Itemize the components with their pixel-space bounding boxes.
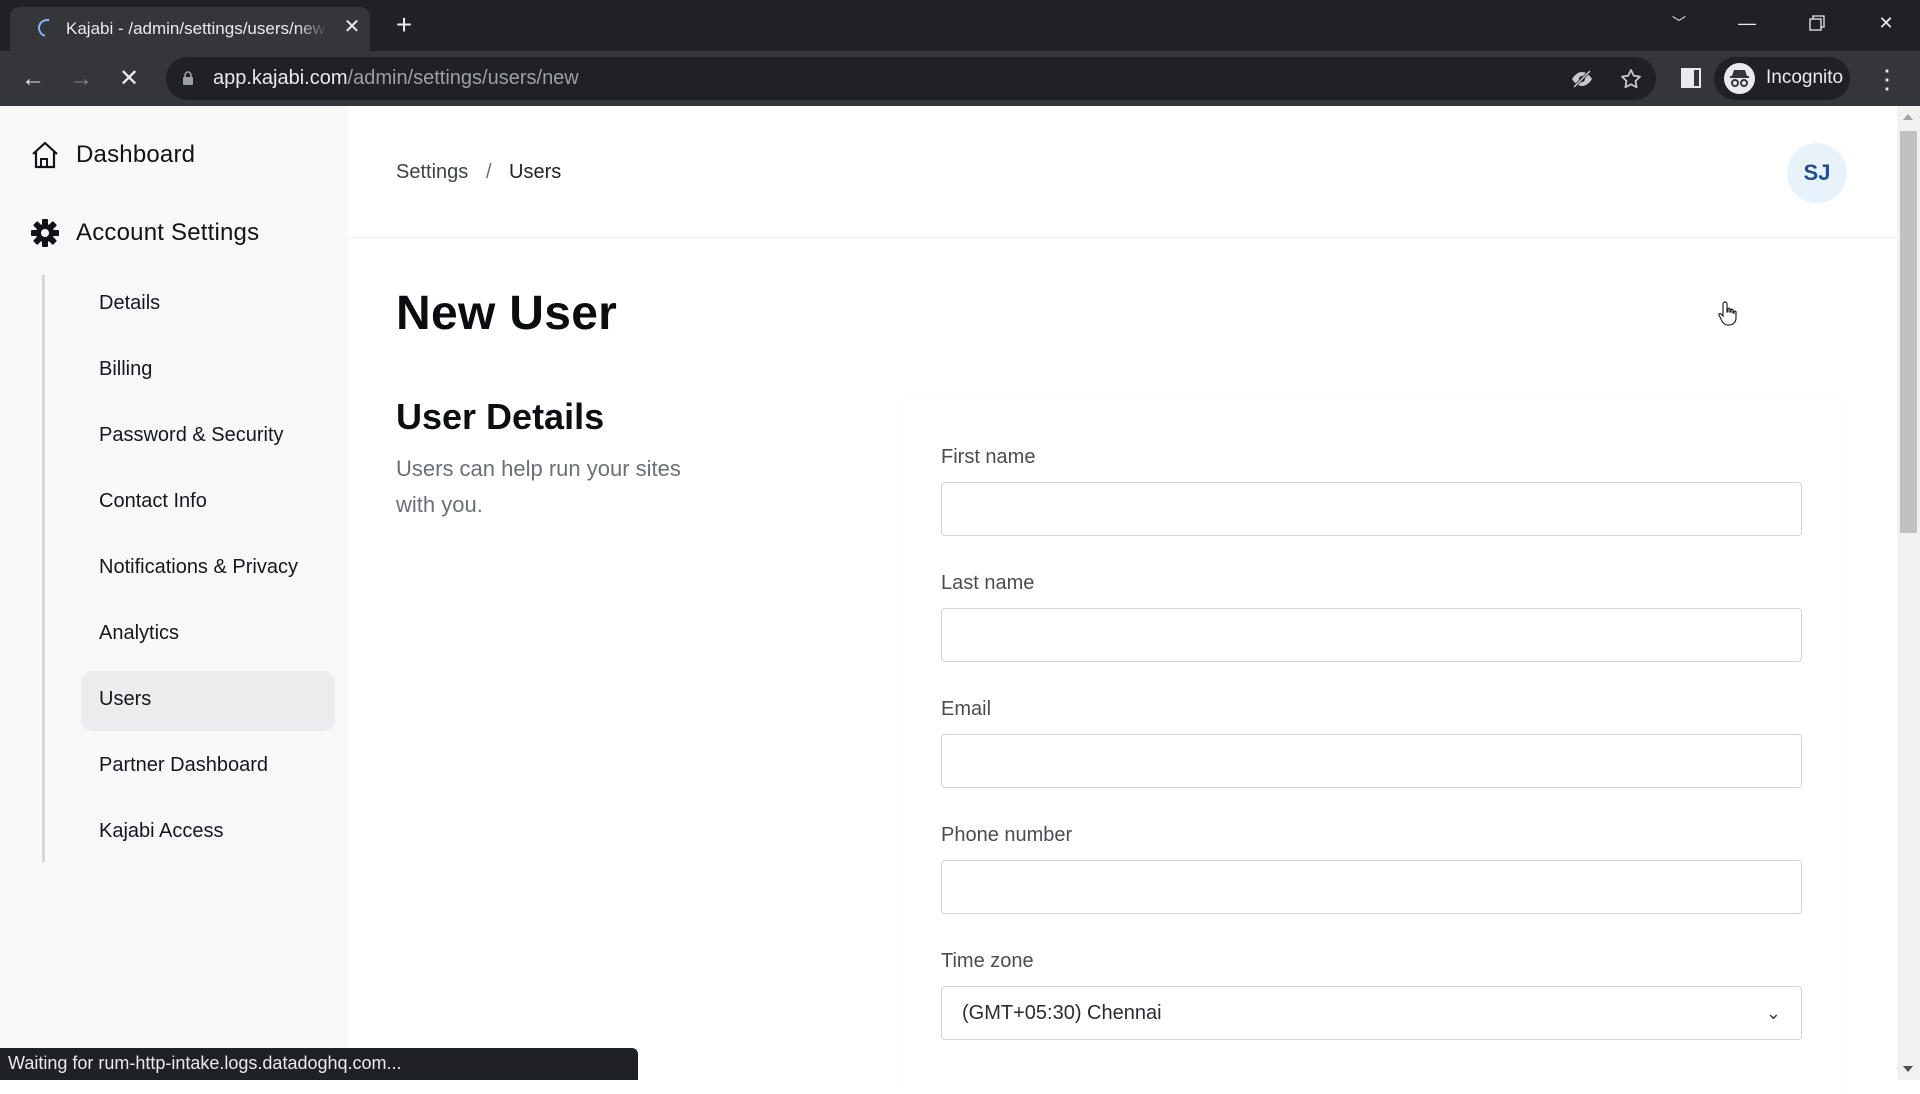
page-title: New User <box>396 287 618 340</box>
browser-tab-bar: Kajabi - /admin/settings/users/new ✕ + ﹀… <box>0 0 1920 51</box>
browser-toolbar: ← → ✕ app.kajabi.com/admin/settings/user… <box>0 51 1920 106</box>
first-name-input[interactable] <box>941 482 1802 536</box>
phone-number-input[interactable] <box>941 860 1802 914</box>
section-title: User Details <box>396 396 605 437</box>
lock-icon <box>183 71 193 85</box>
tracking-blocked-eye-icon[interactable] <box>1570 67 1594 91</box>
sidebar-item-label: Password & Security <box>99 424 284 446</box>
sidebar-item-account-settings[interactable]: Account Settings <box>30 213 259 253</box>
submenu-guide-line <box>42 275 45 862</box>
sidebar-item-notifications-privacy[interactable]: Notifications & Privacy <box>81 539 335 599</box>
page-header: Settings / Users SJ <box>348 106 1897 238</box>
tab-search-chevron-icon[interactable]: ﹀ <box>1659 8 1699 38</box>
close-window-button[interactable]: ✕ <box>1866 8 1906 38</box>
incognito-label: Incognito <box>1766 67 1844 88</box>
bookmark-star-icon[interactable] <box>1619 67 1643 91</box>
forward-button[interactable]: → <box>66 64 96 94</box>
incognito-icon <box>1724 63 1755 94</box>
back-button[interactable]: ← <box>18 64 48 94</box>
sidebar-item-label: Partner Dashboard <box>99 754 268 776</box>
sidebar-item-label: Billing <box>99 358 153 380</box>
time-zone-selected-value: (GMT+05:30) Chennai <box>962 1001 1162 1024</box>
sidebar-item-label: Dashboard <box>76 141 196 168</box>
tab-close-icon[interactable]: ✕ <box>340 15 364 39</box>
sidebar-item-billing[interactable]: Billing <box>81 341 335 401</box>
phone-number-label: Phone number <box>941 824 1073 846</box>
time-zone-label: Time zone <box>941 950 1034 972</box>
sidebar-item-label: Details <box>99 292 161 314</box>
sidebar-item-kajabi-access[interactable]: Kajabi Access <box>81 803 335 863</box>
sidebar-item-label: Kajabi Access <box>99 820 224 842</box>
sidebar-item-contact-info[interactable]: Contact Info <box>81 473 335 533</box>
time-zone-select[interactable]: (GMT+05:30) Chennai ⌄ <box>941 986 1802 1040</box>
user-avatar[interactable]: SJ <box>1787 143 1847 203</box>
sidebar-item-label: Analytics <box>99 622 180 644</box>
sidebar-item-dashboard[interactable]: Dashboard <box>30 135 195 175</box>
side-panel-icon[interactable] <box>1680 67 1702 89</box>
scroll-down-arrow-icon[interactable] <box>1903 1066 1913 1072</box>
browser-tab[interactable]: Kajabi - /admin/settings/users/new ✕ <box>10 7 370 51</box>
browser-menu-icon[interactable]: ⋮ <box>1872 64 1902 94</box>
page-scrollbar[interactable] <box>1897 106 1920 1080</box>
first-name-label: First name <box>941 446 1036 468</box>
new-tab-button[interactable]: + <box>390 11 418 40</box>
sidebar-item-users[interactable]: Users <box>81 671 335 731</box>
home-icon <box>32 141 58 169</box>
gear-icon <box>31 219 59 247</box>
sidebar: Dashboard Account Settings Details Billi… <box>0 106 348 1080</box>
sidebar-item-label: Users <box>99 688 152 710</box>
loading-spinner-icon <box>34 15 60 41</box>
breadcrumb-settings-link[interactable]: Settings <box>396 161 468 184</box>
hand-cursor-icon <box>1718 301 1737 326</box>
stop-loading-button[interactable]: ✕ <box>114 64 144 94</box>
breadcrumb-separator: / <box>486 161 492 183</box>
scrollbar-thumb[interactable] <box>1900 131 1917 533</box>
sidebar-item-password-security[interactable]: Password & Security <box>81 407 335 467</box>
restore-button[interactable] <box>1797 8 1837 38</box>
email-input[interactable] <box>941 734 1802 788</box>
breadcrumb-users[interactable]: Users <box>509 161 561 184</box>
incognito-profile-button[interactable]: Incognito <box>1714 57 1850 100</box>
scroll-up-arrow-icon[interactable] <box>1903 114 1913 120</box>
tab-title: Kajabi - /admin/settings/users/new <box>66 19 325 38</box>
sidebar-item-details[interactable]: Details <box>81 275 335 335</box>
sidebar-item-label: Account Settings <box>76 219 260 246</box>
browser-status-bar: Waiting for rum-http-intake.logs.datadog… <box>0 1048 638 1080</box>
sidebar-item-label: Notifications & Privacy <box>99 556 298 578</box>
last-name-input[interactable] <box>941 608 1802 662</box>
email-label: Email <box>941 698 992 720</box>
last-name-label: Last name <box>941 572 1035 594</box>
address-bar[interactable]: app.kajabi.com/admin/settings/users/new <box>166 57 1656 100</box>
chevron-down-icon: ⌄ <box>1765 1002 1781 1023</box>
section-description: Users can help run your sites with you. <box>396 456 681 517</box>
minimize-button[interactable]: — <box>1727 8 1767 38</box>
kajabi-page: Dashboard Account Settings Details Billi… <box>0 106 1897 1094</box>
sidebar-item-label: Contact Info <box>99 490 207 512</box>
url-text[interactable]: app.kajabi.com/admin/settings/users/new <box>213 67 579 90</box>
sidebar-item-partner-dashboard[interactable]: Partner Dashboard <box>81 737 335 797</box>
sidebar-item-analytics[interactable]: Analytics <box>81 605 335 665</box>
